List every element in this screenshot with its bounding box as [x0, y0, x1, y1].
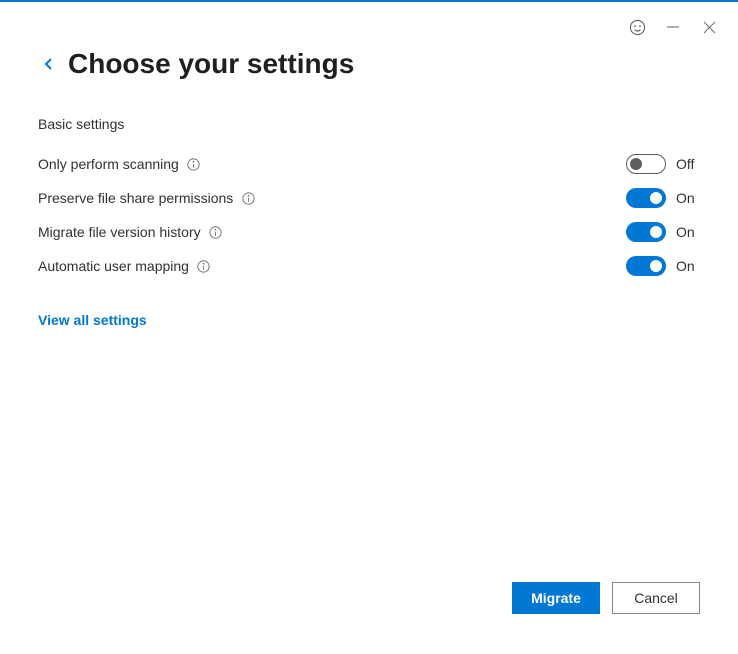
toggle-state-text: On: [676, 224, 700, 240]
cancel-button[interactable]: Cancel: [612, 582, 700, 614]
setting-label: Migrate file version history: [38, 224, 201, 240]
info-icon[interactable]: [241, 191, 255, 205]
setting-only-perform-scanning: Only perform scanning Off: [38, 154, 700, 174]
back-button[interactable]: [38, 53, 60, 75]
minimize-icon[interactable]: [664, 18, 682, 36]
toggle-preserve-permissions[interactable]: [626, 188, 666, 208]
setting-user-mapping: Automatic user mapping On: [38, 256, 700, 276]
feedback-smile-icon[interactable]: [628, 18, 646, 36]
top-accent: [0, 0, 738, 2]
setting-label: Only perform scanning: [38, 156, 179, 172]
info-icon[interactable]: [187, 157, 201, 171]
toggle-state-text: On: [676, 258, 700, 274]
toggle-state-text: On: [676, 190, 700, 206]
close-icon[interactable]: [700, 18, 718, 36]
toggle-only-perform-scanning[interactable]: [626, 154, 666, 174]
page-header: Choose your settings: [38, 48, 700, 80]
setting-label: Automatic user mapping: [38, 258, 189, 274]
setting-label: Preserve file share permissions: [38, 190, 233, 206]
section-label: Basic settings: [38, 116, 700, 132]
info-icon[interactable]: [209, 225, 223, 239]
footer-buttons: Migrate Cancel: [512, 582, 700, 614]
titlebar-controls: [628, 18, 718, 36]
page-title: Choose your settings: [68, 48, 354, 80]
view-all-settings-link[interactable]: View all settings: [38, 312, 147, 328]
migrate-button[interactable]: Migrate: [512, 582, 600, 614]
toggle-user-mapping[interactable]: [626, 256, 666, 276]
toggle-state-text: Off: [676, 156, 700, 172]
info-icon[interactable]: [197, 259, 211, 273]
toggle-version-history[interactable]: [626, 222, 666, 242]
setting-preserve-permissions: Preserve file share permissions On: [38, 188, 700, 208]
setting-version-history: Migrate file version history On: [38, 222, 700, 242]
content-area: Choose your settings Basic settings Only…: [0, 0, 738, 328]
